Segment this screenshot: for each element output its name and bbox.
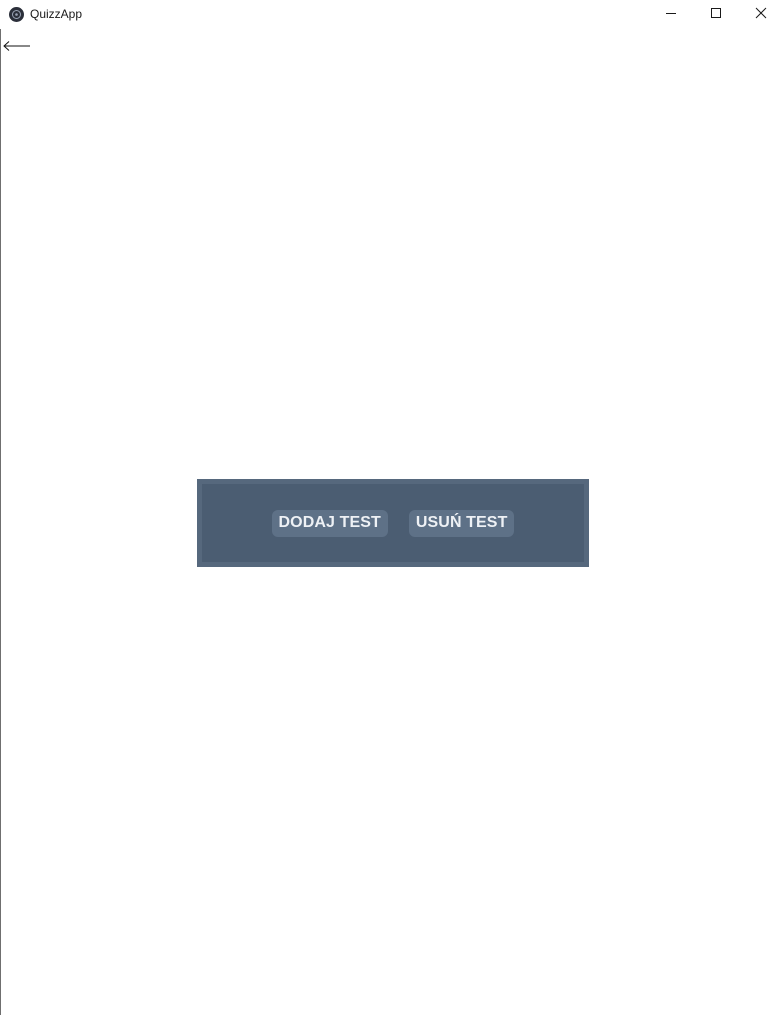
app-window: QuizzApp DODAJ TEST USUŃ TEST [0,0,784,1015]
remove-test-button[interactable]: USUŃ TEST [408,509,515,537]
quizzapp-logo-icon [9,7,24,22]
window-title: QuizzApp [30,7,83,21]
maximize-icon [710,6,722,24]
close-button[interactable] [738,0,784,29]
back-button[interactable] [2,37,32,55]
minimize-button[interactable] [648,0,694,29]
test-actions-panel: DODAJ TEST USUŃ TEST [197,479,589,567]
title-bar[interactable]: QuizzApp [0,0,784,29]
close-icon [755,6,767,24]
minimize-icon [665,6,677,24]
arrow-left-icon [2,41,32,59]
window-left-border [0,0,1,1015]
maximize-button[interactable] [693,0,739,29]
add-test-button[interactable]: DODAJ TEST [271,509,388,537]
